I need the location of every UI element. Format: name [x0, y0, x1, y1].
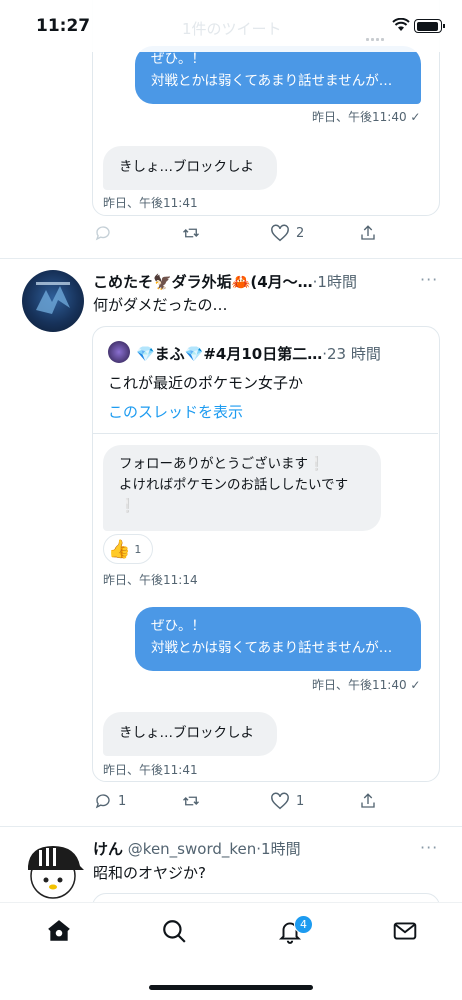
- read-check-icon: ✓: [410, 678, 421, 692]
- retweet-icon: [183, 796, 199, 806]
- outgoing-message: ぜひ。！ 対戦とかは弱くてあまり話せませんが…: [135, 46, 421, 104]
- reaction-badge[interactable]: 👍 1: [103, 534, 153, 564]
- wifi-icon: [392, 18, 410, 31]
- quote-display-name: 💎まふ💎#4月10日第二…: [136, 345, 323, 363]
- tweet-time: ·1時間: [256, 840, 301, 858]
- home-indicator: [149, 985, 313, 990]
- tab-messages[interactable]: [392, 918, 418, 948]
- thumbs-up-icon: 👍: [108, 538, 131, 560]
- cartoon-face-icon: [28, 846, 84, 899]
- outgoing-message: ぜひ。！ 対戦とかは弱くてあまり話せませんが…: [135, 607, 421, 671]
- like-count: 2: [296, 225, 305, 241]
- message-timestamp: 昨日、午後11:40 ✓: [312, 678, 421, 692]
- more-options-icon[interactable]: ···: [420, 838, 438, 857]
- avatar[interactable]: [22, 840, 84, 902]
- retweet-icon: [183, 228, 199, 238]
- home-icon: [48, 920, 70, 941]
- reaction-count: 1: [134, 542, 142, 556]
- message-timestamp: 昨日、午後11:41: [103, 196, 198, 210]
- share-button[interactable]: [359, 223, 377, 243]
- tweet-header: こめたそ🦅ダラ外垢🦀(4月〜…·1時間: [93, 271, 357, 292]
- notification-badge: 4: [294, 915, 313, 934]
- mail-icon: [393, 922, 417, 940]
- search-icon: [163, 920, 186, 943]
- message-timestamp: 昨日、午後11:14: [103, 573, 198, 587]
- message-timestamp: 昨日、午後11:41: [103, 763, 198, 777]
- tweet-text: 何がダメだったの…: [93, 296, 228, 314]
- tab-home[interactable]: [46, 918, 72, 948]
- like-count: 1: [296, 793, 305, 809]
- share-button[interactable]: [359, 791, 377, 811]
- read-check-icon: ✓: [410, 110, 421, 124]
- card-divider: [93, 433, 438, 434]
- message-timestamp: 昨日、午後11:40 ✓: [312, 110, 421, 124]
- signal-icon: [366, 26, 386, 45]
- quote-avatar: [108, 341, 130, 363]
- tweet-header: けん @ken_sword_ken·1時間: [93, 838, 301, 859]
- quote-header: 💎まふ💎#4月10日第二…·23 時間: [136, 343, 381, 364]
- share-icon: [361, 225, 375, 240]
- divider: [0, 258, 462, 259]
- display-name[interactable]: けん: [93, 840, 123, 858]
- reply-count: 1: [118, 793, 127, 809]
- handle: @ken_sword_ken: [127, 840, 257, 858]
- dragon-art-icon: [36, 282, 70, 314]
- reply-icon: [95, 226, 110, 241]
- status-time: 11:27: [36, 16, 91, 36]
- heart-icon: [271, 792, 289, 810]
- incoming-message: きしょ…ブロックしよ: [103, 146, 277, 190]
- heart-icon: [271, 224, 289, 242]
- quote-time: ·23 時間: [322, 345, 381, 363]
- battery-icon: [414, 19, 445, 33]
- retweet-button[interactable]: [181, 792, 201, 810]
- like-button[interactable]: 1: [270, 792, 304, 810]
- faint-header-title: 1件のツイート: [182, 20, 282, 38]
- more-options-icon[interactable]: ···: [420, 270, 438, 289]
- avatar[interactable]: [22, 270, 84, 332]
- retweet-button[interactable]: [181, 224, 201, 242]
- tweet-text: 昭和のオヤジか?: [93, 864, 206, 882]
- quote-text: これが最近のポケモン女子か: [108, 374, 304, 392]
- tab-search[interactable]: [161, 918, 187, 948]
- incoming-message: きしょ…ブロックしよ: [103, 712, 277, 756]
- reply-button[interactable]: 1: [94, 792, 126, 810]
- divider: [0, 826, 462, 827]
- like-button[interactable]: 2: [270, 224, 304, 242]
- status-bar: 11:27 1件のツイート: [0, 0, 462, 52]
- incoming-message: フォローありがとうございます❕ よければポケモンのお話ししたいです ❕: [103, 445, 381, 531]
- display-name[interactable]: こめたそ🦅ダラ外垢🦀(4月〜…: [93, 273, 313, 291]
- tweet-time: ·1時間: [312, 273, 357, 291]
- show-thread-link[interactable]: このスレッドを表示: [108, 401, 243, 422]
- reply-icon: [95, 794, 110, 809]
- reply-button[interactable]: [94, 224, 112, 242]
- share-icon: [361, 793, 375, 808]
- tab-notifications[interactable]: 4: [277, 915, 313, 948]
